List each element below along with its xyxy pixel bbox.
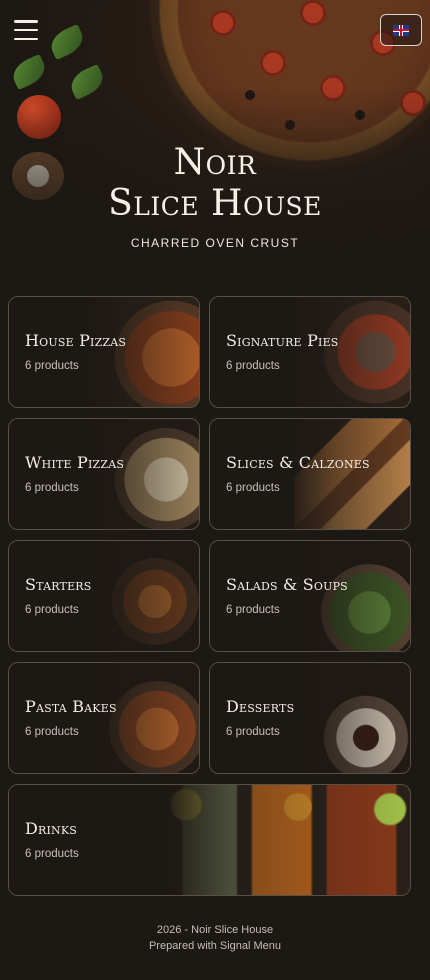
category-grid: House Pizzas 6 products Signature Pies 6… (8, 296, 422, 896)
category-name: Slices & Calzones (226, 453, 370, 472)
product-count: 6 products (25, 848, 79, 860)
category-name: Pasta Bakes (25, 697, 117, 716)
product-count: 6 products (25, 482, 79, 494)
category-card-desserts[interactable]: Desserts 6 products (209, 662, 411, 774)
category-card-pasta-bakes[interactable]: Pasta Bakes 6 products (8, 662, 200, 774)
product-count: 6 products (25, 726, 79, 738)
language-selector-button[interactable] (380, 14, 422, 46)
category-name: Drinks (25, 819, 78, 838)
product-count: 6 products (226, 726, 280, 738)
category-name: Salads & Soups (226, 575, 348, 594)
product-count: 6 products (226, 482, 280, 494)
footer: 2026 - Noir Slice House Prepared with Si… (0, 922, 430, 954)
uk-flag-icon (393, 24, 409, 36)
category-name: House Pizzas (25, 331, 127, 350)
tagline: CHARRED OVEN CRUST (130, 236, 300, 250)
category-card-salads-soups[interactable]: Salads & Soups 6 products (209, 540, 411, 652)
category-name: Starters (25, 575, 92, 594)
title-line-1: Noir (173, 142, 257, 183)
category-card-signature-pies[interactable]: Signature Pies 6 products (209, 296, 411, 408)
category-card-slices-calzones[interactable]: Slices & Calzones 6 products (209, 418, 411, 530)
footer-credit: Prepared with Signal Menu (148, 940, 282, 952)
product-count: 6 products (25, 360, 79, 372)
hero-banner: Noir Slice House CHARRED OVEN CRUST (0, 0, 430, 290)
product-count: 6 products (25, 604, 79, 616)
category-card-drinks[interactable]: Drinks 6 products (8, 784, 411, 896)
footer-copyright: 2026 - Noir Slice House (156, 924, 274, 936)
category-card-house-pizzas[interactable]: House Pizzas 6 products (8, 296, 200, 408)
hamburger-menu-icon[interactable] (14, 20, 38, 40)
product-count: 6 products (226, 360, 280, 372)
category-name: White Pizzas (25, 453, 125, 472)
category-name: Desserts (226, 697, 295, 716)
product-count: 6 products (226, 604, 280, 616)
title-line-2: Slice House (108, 183, 322, 224)
restaurant-title: Noir Slice House (0, 142, 430, 224)
category-card-starters[interactable]: Starters 6 products (8, 540, 200, 652)
category-name: Signature Pies (226, 331, 339, 350)
category-card-white-pizzas[interactable]: White Pizzas 6 products (8, 418, 200, 530)
